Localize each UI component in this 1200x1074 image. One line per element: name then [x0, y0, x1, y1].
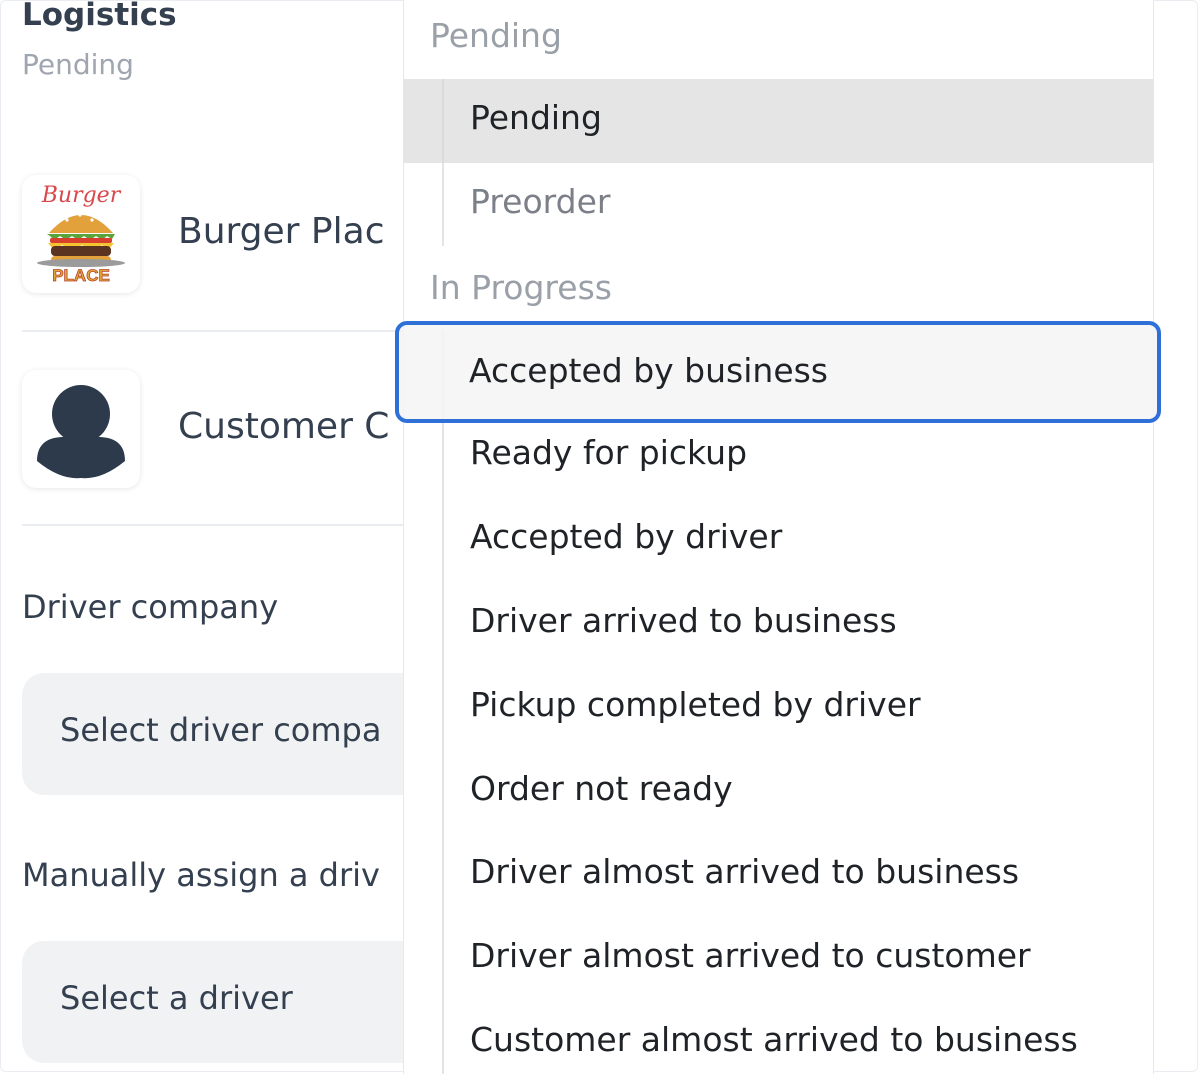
option-order-not-ready[interactable]: Order not ready	[404, 750, 1153, 834]
option-customer-almost-arrived-to-business[interactable]: Customer almost arrived to business	[404, 1001, 1153, 1074]
option-label: Driver almost arrived to customer	[470, 936, 1031, 975]
manual-driver-label: Manually assign a driv	[22, 856, 380, 894]
option-pending[interactable]: Pending	[404, 79, 1153, 163]
divider	[22, 524, 404, 526]
customer-name: Customer C	[178, 406, 390, 447]
user-icon	[37, 385, 125, 479]
business-row[interactable]: Burger PLACE Burger Plac	[22, 175, 404, 295]
burger-logo-icon: Burger PLACE	[37, 183, 125, 285]
option-label: Order not ready	[470, 769, 733, 808]
option-label: Customer almost arrived to business	[470, 1020, 1078, 1059]
svg-text:PLACE: PLACE	[52, 266, 110, 285]
svg-text:Burger: Burger	[41, 183, 122, 208]
option-driver-arrived-to-business[interactable]: Driver arrived to business	[404, 582, 1153, 666]
status-subtitle: Pending	[22, 48, 134, 81]
status-dropdown[interactable]: Pending Pending Preorder In Progress Rea…	[403, 0, 1154, 1074]
option-driver-almost-arrived-to-business[interactable]: Driver almost arrived to business	[404, 833, 1153, 917]
option-ready-for-pickup[interactable]: Ready for pickup	[404, 414, 1153, 498]
option-label: Pending	[470, 98, 602, 137]
customer-avatar	[22, 370, 140, 488]
option-label: Pickup completed by driver	[470, 685, 921, 724]
driver-company-placeholder: Select driver compa	[60, 711, 382, 749]
option-pickup-completed-by-driver[interactable]: Pickup completed by driver	[404, 666, 1153, 750]
option-label: Driver almost arrived to business	[470, 852, 1020, 891]
business-name: Burger Plac	[178, 211, 385, 252]
dropdown-current-value: Pending	[430, 16, 562, 55]
option-label: Preorder	[470, 182, 611, 221]
option-accepted-by-business-label[interactable]: Accepted by business	[469, 351, 828, 390]
business-logo: Burger PLACE	[22, 175, 140, 293]
option-label: Ready for pickup	[470, 433, 748, 472]
option-accepted-by-driver[interactable]: Accepted by driver	[404, 498, 1153, 582]
group-label-in-progress: In Progress	[430, 268, 612, 307]
driver-company-select[interactable]: Select driver compa	[22, 673, 404, 795]
customer-row[interactable]: Customer C	[22, 370, 404, 490]
driver-company-label: Driver company	[22, 588, 279, 626]
option-preorder[interactable]: Preorder	[404, 163, 1153, 247]
option-label: Accepted by driver	[470, 517, 783, 556]
panel-title: Logistics	[22, 0, 177, 33]
driver-placeholder: Select a driver	[60, 979, 293, 1017]
logistics-panel: Logistics Pending Burger PLACE Burger Pl…	[0, 0, 404, 1074]
option-label: Driver arrived to business	[470, 601, 897, 640]
driver-select[interactable]: Select a driver	[22, 941, 404, 1063]
divider	[22, 330, 404, 332]
option-driver-almost-arrived-to-customer[interactable]: Driver almost arrived to customer	[404, 917, 1153, 1001]
